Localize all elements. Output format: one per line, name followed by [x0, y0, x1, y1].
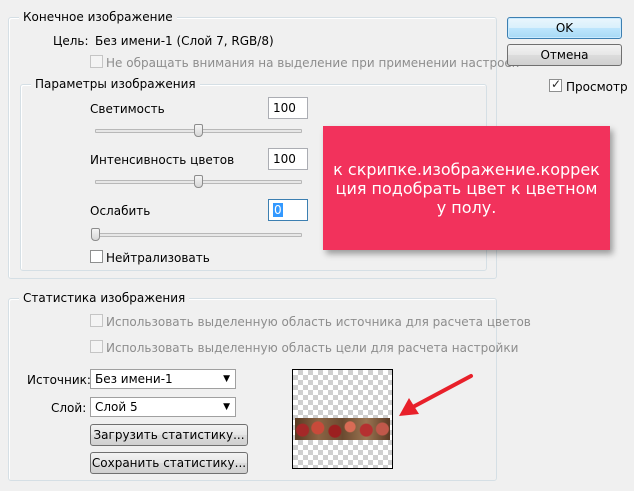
ignore-selection-label: Не обращать внимания на выделение при пр…	[106, 56, 520, 70]
source-select[interactable]: Без имени-1 ▼	[90, 369, 236, 389]
ignore-selection-checkbox[interactable]	[90, 55, 103, 68]
statistics-title: Статистика изображения	[19, 291, 190, 305]
fade-slider-track[interactable]	[95, 233, 302, 237]
luminance-input[interactable]: 100	[268, 97, 308, 119]
layer-select-value: Слой 5	[95, 400, 138, 414]
neutralize-checkbox[interactable]	[90, 250, 103, 263]
use-source-selection-checkbox[interactable]	[90, 314, 103, 327]
use-target-selection-label: Использовать выделенную область цели для…	[106, 341, 519, 355]
layer-label: Слой:	[51, 401, 87, 415]
target-label: Цель:	[53, 34, 89, 48]
checkmark-icon: ✓	[551, 77, 562, 91]
annotation-text: к скрипке.изображение.коррекция подобрат…	[333, 159, 600, 217]
preview-checkbox[interactable]: ✓	[549, 77, 562, 92]
use-target-selection-checkbox[interactable]	[90, 340, 103, 353]
floor-image-strip	[295, 418, 390, 440]
color-intensity-slider-thumb[interactable]	[194, 175, 203, 188]
target-image-title: Конечное изображение	[19, 10, 177, 24]
luminance-slider-thumb[interactable]	[194, 124, 203, 137]
fade-label: Ослабить	[90, 204, 151, 218]
layer-select[interactable]: Слой 5 ▼	[90, 397, 236, 417]
fade-value: 0	[273, 203, 283, 217]
load-statistics-button[interactable]: Загрузить статистику...	[90, 424, 248, 446]
image-options-title: Параметры изображения	[31, 77, 200, 91]
statistics-preview-thumbnail	[292, 369, 393, 469]
chevron-down-icon: ▼	[223, 374, 230, 384]
preview-label: Просмотр	[566, 80, 628, 94]
chevron-down-icon: ▼	[223, 402, 230, 412]
fade-input[interactable]: 0	[268, 199, 308, 221]
color-intensity-input[interactable]: 100	[268, 148, 308, 170]
annotation-arrow-icon	[399, 374, 473, 416]
cancel-button[interactable]: Отмена	[507, 44, 622, 66]
ok-button[interactable]: OK	[507, 17, 622, 39]
source-select-value: Без имени-1	[95, 372, 173, 386]
fade-slider-thumb[interactable]	[91, 228, 100, 241]
source-label: Источник:	[27, 373, 91, 387]
annotation-callout: к скрипке.изображение.коррекция подобрат…	[323, 126, 610, 250]
save-statistics-button[interactable]: Сохранить статистику...	[90, 452, 248, 474]
luminance-label: Светимость	[90, 102, 165, 116]
color-intensity-label: Интенсивность цветов	[90, 153, 235, 167]
neutralize-label: Нейтрализовать	[106, 251, 210, 265]
use-source-selection-label: Использовать выделенную область источник…	[106, 315, 531, 329]
target-value: Без имени-1 (Слой 7, RGB/8)	[95, 34, 274, 48]
